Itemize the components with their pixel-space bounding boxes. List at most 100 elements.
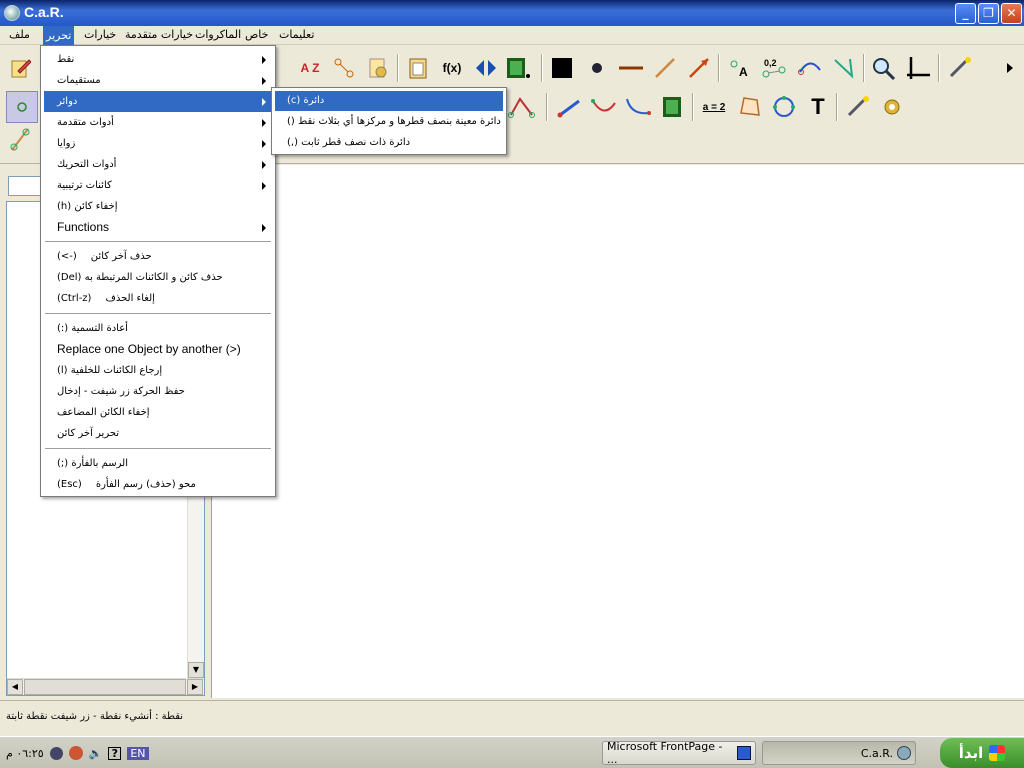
language-indicator[interactable]: EN xyxy=(127,746,149,760)
network-icon[interactable] xyxy=(49,746,63,760)
axes-icon[interactable] xyxy=(904,54,932,82)
edit-menu-item[interactable]: كائنات ترتيبية xyxy=(44,175,272,196)
circles-submenu-item[interactable]: (c) دائرة xyxy=(275,91,503,111)
title-bar: C.a.R. _ ❐ ✕ xyxy=(0,0,1024,26)
edit-menu-item[interactable]: (Esc) محو (حذف) رسم الفأرة xyxy=(44,474,272,495)
circles-submenu: (c) دائرة() دائرة معينة بنصف قطرها و مرك… xyxy=(271,87,507,155)
fill-square-icon[interactable] xyxy=(548,54,576,82)
menu-item-label: (:) أعادة التسمية xyxy=(57,323,128,334)
circles-submenu-item[interactable]: () دائرة معينة بنصف قطرها و مركزها أي بث… xyxy=(275,112,503,132)
edit-menu-item[interactable]: (l) إرجاع الكائنات للخلفية xyxy=(44,360,272,381)
menu-item-label: Functions xyxy=(57,220,110,234)
maximize-button[interactable]: ❐ xyxy=(978,3,999,24)
sort-az-icon[interactable]: A Z xyxy=(296,54,324,82)
submenu-arrow-icon xyxy=(262,161,266,169)
taskbar-item-frontpage[interactable]: Microsoft FrontPage - ... xyxy=(602,740,756,766)
label-point-icon[interactable]: A xyxy=(726,54,754,82)
minimize-button[interactable]: _ xyxy=(955,3,976,24)
edit-menu-item[interactable]: حفظ الحركة زر شيفت - إدخال xyxy=(44,381,272,402)
menu-item-label: (h) إخفاء كائن xyxy=(57,201,118,212)
segment-line-icon[interactable] xyxy=(617,54,645,82)
zoom-icon[interactable] xyxy=(869,54,897,82)
parabola-icon[interactable] xyxy=(624,93,652,121)
gear-icon[interactable] xyxy=(878,93,906,121)
task-label: C.a.R. xyxy=(860,746,893,760)
scroll-down-icon[interactable]: ▼ xyxy=(188,662,204,678)
taskbar-item-car[interactable]: C.a.R. xyxy=(762,741,916,765)
clock[interactable]: ٠٦:٢٥ م xyxy=(6,747,44,760)
text-tool-icon[interactable]: T xyxy=(804,93,832,121)
submenu-arrow-icon xyxy=(262,182,266,190)
select-point-icon[interactable] xyxy=(6,91,38,123)
menu-item[interactable]: تحرير xyxy=(43,26,75,45)
start-label: ابدأ xyxy=(958,744,984,762)
edit-menu-item[interactable]: دوائر xyxy=(44,91,272,112)
media-icon[interactable] xyxy=(68,746,83,760)
reflect-icon[interactable] xyxy=(472,54,500,82)
edit-menu-item[interactable]: نقط xyxy=(44,49,272,70)
edit-menu-item[interactable]: زوايا xyxy=(44,133,272,154)
edit-menu-item[interactable]: تحرير آخر كائن xyxy=(44,423,272,444)
vector-icon[interactable] xyxy=(556,93,584,121)
ray-icon[interactable] xyxy=(685,54,713,82)
polygon-icon[interactable] xyxy=(736,93,764,121)
line-through-points-icon[interactable] xyxy=(6,126,34,154)
edit-menu-item[interactable]: Functions xyxy=(44,217,272,238)
wand-icon[interactable] xyxy=(844,93,872,121)
label-02-text: 0,2 xyxy=(764,58,777,68)
edit-menu-item[interactable]: (;) الرسم بالفأرة xyxy=(44,453,272,474)
edit-menu-item[interactable]: Replace one Object by another (>) xyxy=(44,339,272,360)
status-text: نقطة : أنشيء نقطة - زر شيفت نقطة ثابتة xyxy=(6,711,184,722)
segment-icon[interactable] xyxy=(651,54,679,82)
menu-item[interactable]: خيارات متقدمة xyxy=(122,28,196,41)
arc-icon[interactable] xyxy=(796,54,824,82)
speaker-icon[interactable]: 🔈 xyxy=(89,747,103,760)
scroll-left-icon[interactable]: ◀ xyxy=(7,679,23,695)
close-button[interactable]: ✕ xyxy=(1001,3,1022,24)
move-point-icon[interactable] xyxy=(330,54,358,82)
circles-submenu-item[interactable]: (,) دائرة ذات نصف قطر ثابت xyxy=(275,133,503,153)
edit-menu-item[interactable]: أدوات التحريك xyxy=(44,154,272,175)
edit-menu-item[interactable]: أدوات متقدمة xyxy=(44,112,272,133)
edit-menu-item[interactable]: إخفاء الكائن المضاعف xyxy=(44,402,272,423)
start-button[interactable]: ابدأ xyxy=(940,738,1024,768)
edit-icon[interactable] xyxy=(6,54,34,82)
function-icon[interactable]: f(x) xyxy=(438,54,466,82)
magic-wand-icon[interactable] xyxy=(946,54,974,82)
scroll-right-icon[interactable]: ▶ xyxy=(187,679,203,695)
distance-icon[interactable]: 0,2 xyxy=(760,54,788,82)
clipboard-icon[interactable] xyxy=(404,54,432,82)
menu-item[interactable]: الماكروات xyxy=(192,28,244,41)
edit-menu-item[interactable]: (:) أعادة التسمية xyxy=(44,318,272,339)
edit-menu-item[interactable]: (h) إخفاء كائن xyxy=(44,196,272,217)
edit-menu-item[interactable]: (<-) حذف آخر كائن xyxy=(44,246,272,267)
edit-menu-item[interactable]: مستقيمات xyxy=(44,70,272,91)
menu-item[interactable]: خيارات xyxy=(81,28,119,41)
film-icon[interactable] xyxy=(658,93,686,121)
help-icon[interactable]: ? xyxy=(108,746,122,760)
chevron-right-icon[interactable] xyxy=(1000,54,1020,82)
menu-item[interactable]: ملف xyxy=(6,28,33,41)
conic-icon[interactable] xyxy=(770,93,798,121)
menu-separator xyxy=(45,241,271,242)
system-tray: ٠٦:٢٥ م 🔈 ? EN xyxy=(0,737,180,768)
frontpage-icon xyxy=(737,746,751,760)
expression-icon[interactable]: a = 2 xyxy=(698,93,730,121)
curve-icon[interactable] xyxy=(590,93,618,121)
drawing-canvas[interactable] xyxy=(211,165,1024,698)
app-icon[interactable] xyxy=(4,5,20,21)
edit-menu-item[interactable]: (Del) حذف كائن و الكائنات المرتبطة به xyxy=(44,267,272,288)
point-icon[interactable] xyxy=(583,54,611,82)
animation-icon[interactable] xyxy=(504,54,532,82)
menu-item-label: تحرير آخر كائن xyxy=(57,428,120,439)
submenu-arrow-icon xyxy=(262,224,266,232)
scroll-thumb[interactable] xyxy=(24,679,186,695)
menu-item[interactable]: تعليمات xyxy=(276,28,317,41)
horizontal-scrollbar[interactable]: ◀ ▶ xyxy=(7,678,204,695)
edit-menu-item[interactable]: (Ctrl-z) إلغاء الحذف xyxy=(44,288,272,309)
angle-icon[interactable] xyxy=(830,54,858,82)
angle-tool-icon[interactable] xyxy=(508,93,536,121)
menu-item-label: (l) إرجاع الكائنات للخلفية xyxy=(57,365,163,376)
menu-item[interactable]: خاص xyxy=(242,28,271,41)
settings-doc-icon[interactable] xyxy=(364,54,392,82)
